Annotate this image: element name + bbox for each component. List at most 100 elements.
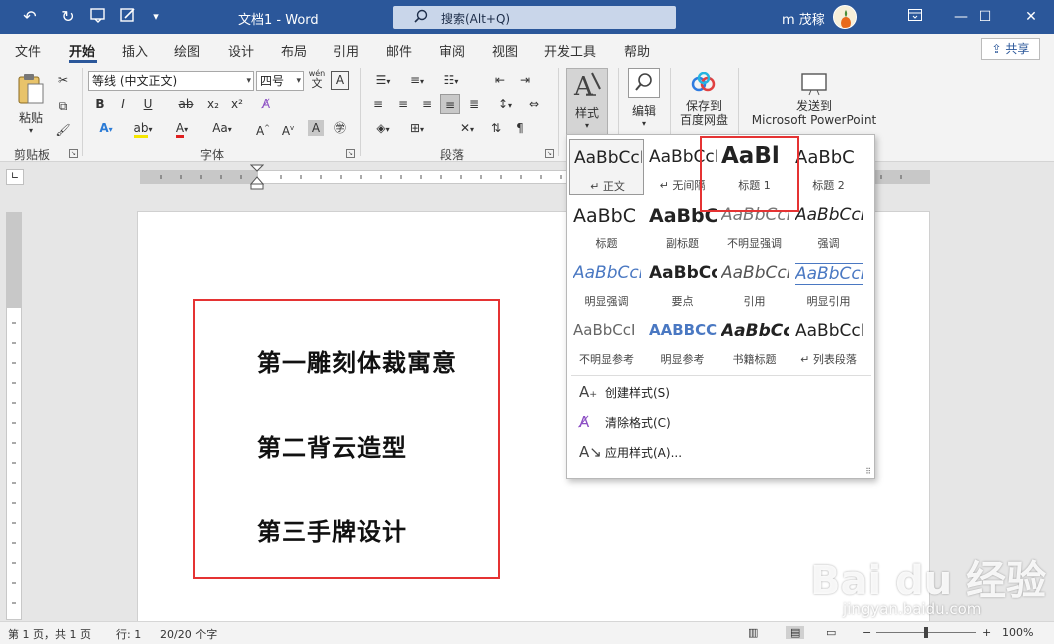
grow-font-icon[interactable]: A^ [252,118,274,138]
tab-review[interactable]: 审阅 [439,41,465,60]
tab-mailings[interactable]: 邮件 [386,41,412,60]
resize-grip-icon[interactable]: ⠿ [865,467,871,476]
justify-icon[interactable]: ≡ [440,94,460,114]
touch-mode-icon[interactable] [86,6,110,28]
subscript-button[interactable]: x₂ [203,94,223,114]
tab-insert[interactable]: 插入 [122,41,148,60]
tab-file[interactable]: 文件 [15,41,41,60]
read-mode-icon[interactable]: ▥ [748,626,758,639]
line-spacing-icon[interactable]: ↕▾ [490,94,520,114]
user-name[interactable]: m 茂稼 [782,9,825,28]
share-button[interactable]: ⇪ 共享 [981,38,1040,60]
highlight-color-icon[interactable]: ab▾ [128,118,158,138]
increase-indent-icon[interactable]: ⇥ [515,70,535,90]
tab-view[interactable]: 视图 [492,41,518,60]
decrease-indent-icon[interactable]: ⇤ [490,70,510,90]
maximize-button[interactable]: ☐ [962,0,1008,34]
copy-icon[interactable]: ⧉ [54,96,72,116]
vertical-ruler[interactable] [6,212,22,620]
tab-references[interactable]: 引用 [333,41,359,60]
apply-styles-command[interactable]: A↘ 应用样式(A)... [579,440,682,464]
clear-formatting-icon[interactable]: A̸ [255,94,277,114]
undo-icon[interactable]: ↶ [18,6,42,28]
style-heading-2[interactable]: AaBbC 标题 2 [791,139,866,195]
enclose-characters-icon[interactable]: ㊫ [330,118,350,138]
editing-button[interactable]: 编辑 ▾ [624,68,664,136]
align-left-icon[interactable]: ≡ [368,94,388,114]
underline-button[interactable]: U [137,94,159,114]
font-color-icon[interactable]: A▾ [168,118,196,138]
save-to-baidu-button[interactable]: 保存到 百度网盘 [676,71,732,138]
format-painter-icon[interactable]: 🖌 [54,120,72,140]
zoom-out-button[interactable]: − [862,626,871,639]
style-title[interactable]: AaBbC 标题 [569,197,644,253]
create-style-command[interactable]: A₊ 创建样式(S) [579,380,670,404]
zoom-slider-thumb[interactable] [924,627,928,638]
send-to-powerpoint-button[interactable]: 发送到 Microsoft PowerPoint [748,72,880,138]
clear-formatting-command[interactable]: A̸ 清除格式(C) [579,410,671,434]
style-emphasis[interactable]: AaBbCcI 强调 [791,197,866,253]
style-normal[interactable]: AaBbCcI ↵ 正文 [569,139,644,195]
avatar[interactable] [833,5,857,29]
paragraph-launcher-icon[interactable]: ↘ [545,149,554,158]
shrink-font-icon[interactable]: Av [277,118,299,138]
line-number[interactable]: 行: 1 [116,626,141,642]
doc-paragraph-2[interactable]: 第二背云造型 [257,428,407,463]
numbering-icon[interactable]: ≡▾ [402,70,432,90]
superscript-button[interactable]: x² [227,94,247,114]
asian-layout-icon[interactable]: ⇔ [524,94,544,114]
tab-layout[interactable]: 布局 [281,41,307,60]
zoom-level[interactable]: 100% [1002,626,1033,639]
redo-icon[interactable]: ↻ [56,6,80,28]
tab-developer[interactable]: 开发工具 [544,41,596,60]
tab-home[interactable]: 开始 [69,41,95,60]
multilevel-list-icon[interactable]: ☷▾ [436,70,466,90]
page-count[interactable]: 第 1 页，共 1 页 [8,626,91,642]
tab-help[interactable]: 帮助 [624,41,650,60]
style-book-title[interactable]: AaBbCcI书籍标题 [717,313,792,369]
font-launcher-icon[interactable]: ↘ [346,149,355,158]
tab-design[interactable]: 设计 [228,41,254,60]
zoom-in-button[interactable]: + [982,626,991,639]
style-intense-emphasis[interactable]: AaBbCcI 明显强调 [569,255,644,311]
italic-button[interactable]: I [114,94,132,114]
align-right-icon[interactable]: ≡ [417,94,437,114]
shading-icon[interactable]: ◈▾ [368,118,398,138]
print-layout-icon[interactable]: ▤ [786,626,805,639]
doc-paragraph-3[interactable]: 第三手牌设计 [257,512,407,547]
clipboard-launcher-icon[interactable]: ↘ [69,149,78,158]
style-list-paragraph[interactable]: AaBbCcI ↵ 列表段落 [791,313,866,369]
chinese-layout-icon[interactable]: ✕▾ [452,118,482,138]
bold-button[interactable]: B [91,94,109,114]
bullets-icon[interactable]: ☰▾ [368,70,398,90]
change-case-button[interactable]: Aa▾ [204,118,240,138]
tab-selector[interactable]: ∟ [6,169,24,185]
sort-icon[interactable]: ⇅ [486,118,506,138]
char-border-icon[interactable]: A [331,71,349,90]
close-button[interactable]: ✕ [1008,0,1054,34]
align-center-icon[interactable]: ≡ [393,94,413,114]
strikethrough-button[interactable]: ab [176,94,196,114]
style-quote[interactable]: AaBbCcI 引用 [717,255,792,311]
edit-form-icon[interactable] [116,6,140,28]
cut-icon[interactable]: ✂ [54,70,72,90]
web-layout-icon[interactable]: ▭ [826,626,836,639]
borders-icon[interactable]: ⊞▾ [402,118,432,138]
customize-qat-icon[interactable]: ▾ [144,6,168,28]
font-family-select[interactable]: 等线 (中文正文) ▾ [88,71,254,91]
doc-paragraph-1[interactable]: 第一雕刻体裁寓意 [257,343,457,378]
style-subtle-reference[interactable]: AaBbCcI 不明显参考 [569,313,644,369]
styles-button[interactable]: A 样式 ▾ [566,68,608,136]
text-effects-icon[interactable]: A▾ [91,118,121,138]
word-count[interactable]: 20/20 个字 [160,626,217,642]
ribbon-display-options-icon[interactable] [892,0,938,34]
phonetic-guide-icon[interactable]: wén 文 [307,69,327,89]
show-marks-icon[interactable]: ¶ [510,118,530,138]
font-size-select[interactable]: 四号 ▾ [256,71,304,91]
char-shading-icon[interactable]: A [308,120,324,136]
style-intense-quote[interactable]: AaBbCcI 明显引用 [791,255,866,311]
style-strong[interactable]: AaBbCcI要点 [645,255,720,311]
style-intense-reference[interactable]: AABBCCI 明显参考 [645,313,720,369]
paste-button[interactable]: 粘贴 ▾ [14,72,48,135]
tab-draw[interactable]: 绘图 [174,41,200,60]
